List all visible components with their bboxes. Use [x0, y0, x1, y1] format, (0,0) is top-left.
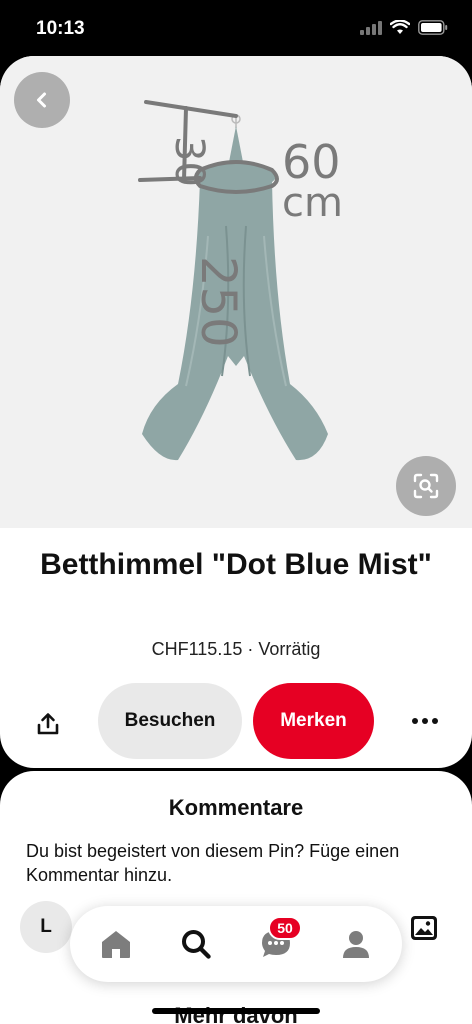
- search-icon: [182, 930, 211, 959]
- annotation-width-unit: cm: [282, 180, 343, 226]
- image-icon[interactable]: [410, 915, 438, 941]
- more-dots-icon: [412, 718, 418, 724]
- avatar[interactable]: L: [20, 901, 72, 953]
- chevron-left-icon: [37, 92, 46, 108]
- visual-search-button[interactable]: [396, 456, 456, 516]
- share-icon: [37, 713, 59, 735]
- visual-search-icon: [413, 473, 439, 499]
- annotation-length: 250: [190, 256, 246, 348]
- back-button[interactable]: [14, 72, 70, 128]
- annotation-height-top: 30: [166, 136, 212, 187]
- nav-profile[interactable]: [336, 924, 376, 964]
- comments-section: Kommentare Du bist begeistert von diesem…: [0, 771, 472, 1024]
- home-icon: [102, 931, 130, 958]
- bed-canopy-image: 30 60 cm 250: [138, 100, 343, 461]
- status-bar: 10:13: [0, 0, 472, 56]
- nav-home[interactable]: [96, 924, 136, 964]
- comments-prompt: Du bist begeistert von diesem Pin? Füge …: [26, 841, 400, 885]
- nav-search[interactable]: [176, 924, 216, 964]
- pin-title: Betthimmel "Dot Blue Mist": [40, 548, 432, 581]
- bottom-nav: [70, 906, 402, 982]
- pin-image[interactable]: 30 60 cm 250: [0, 56, 472, 528]
- save-button[interactable]: Merken: [253, 683, 374, 759]
- more-options-button[interactable]: [398, 704, 452, 738]
- visit-button[interactable]: Besuchen: [98, 683, 242, 759]
- messages-badge: 50: [268, 916, 302, 940]
- status-icons: [360, 20, 448, 35]
- battery-icon: [418, 20, 448, 35]
- status-time: 10:13: [36, 18, 85, 39]
- comments-title: Kommentare: [168, 795, 304, 820]
- profile-icon: [343, 931, 369, 958]
- wifi-icon: [390, 20, 410, 34]
- pin-card: 30 60 cm 250 Betthimmel "Dot Blue Mist" …: [0, 56, 472, 768]
- share-button[interactable]: [28, 704, 68, 744]
- home-indicator[interactable]: [152, 1008, 320, 1014]
- cellular-signal-icon: [360, 20, 382, 35]
- pin-price-availability: CHF115.15 · Vorrätig: [151, 639, 321, 659]
